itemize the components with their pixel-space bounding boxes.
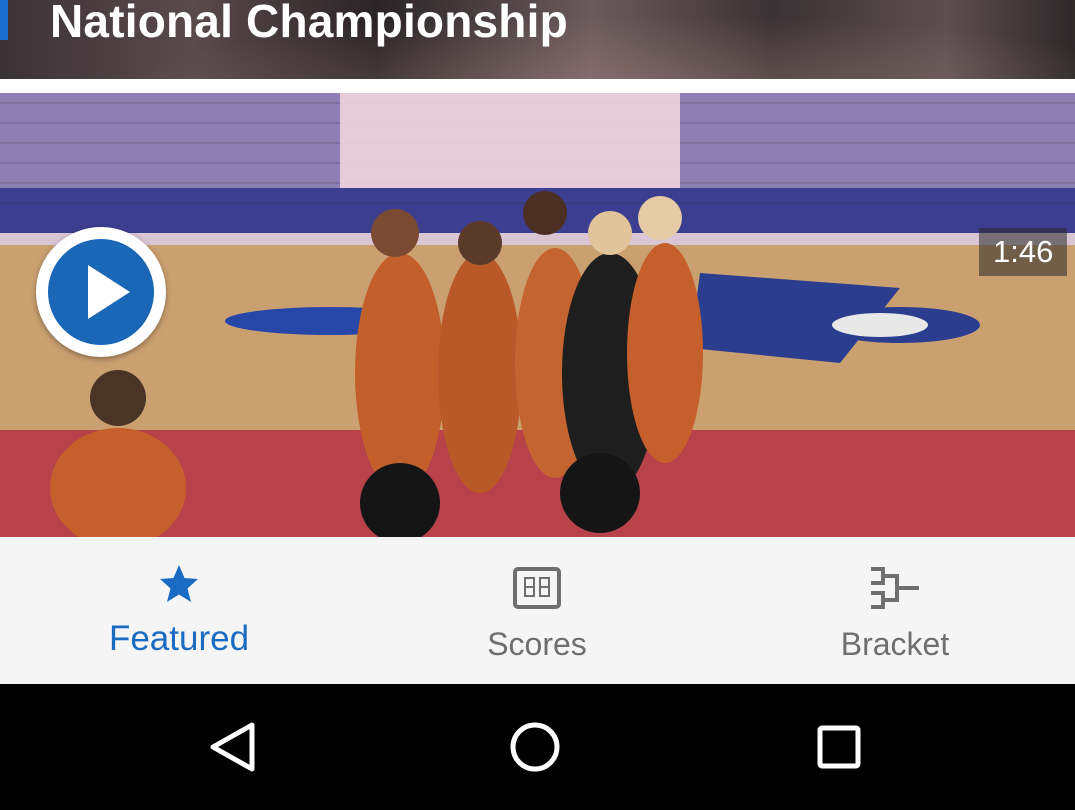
home-button[interactable]	[475, 684, 595, 810]
tab-label: Scores	[487, 626, 587, 662]
page-title: National Championship	[50, 0, 568, 47]
back-button[interactable]	[175, 684, 295, 810]
play-icon	[88, 265, 130, 319]
recents-icon	[817, 725, 861, 769]
bottom-tab-bar: Featured Scores Bracket	[0, 537, 1075, 684]
home-icon	[510, 722, 560, 772]
divider	[0, 79, 1075, 93]
scoreboard-icon	[513, 567, 561, 609]
header-banner: National Championship	[0, 0, 1075, 79]
tab-featured[interactable]: Featured	[0, 537, 358, 684]
play-button[interactable]	[36, 227, 166, 357]
system-navigation-bar	[0, 684, 1075, 810]
tab-scores[interactable]: Scores	[358, 537, 716, 684]
back-icon	[210, 722, 255, 772]
recents-button[interactable]	[779, 684, 899, 810]
bracket-icon	[871, 567, 919, 609]
header-accent-bar	[0, 0, 8, 40]
video-thumbnail[interactable]: 1:46	[0, 93, 1075, 537]
star-icon	[160, 565, 198, 602]
tab-bracket[interactable]: Bracket	[716, 537, 1074, 684]
tab-label: Bracket	[840, 626, 950, 662]
tab-label: Featured	[108, 619, 250, 658]
video-duration: 1:46	[979, 228, 1068, 276]
